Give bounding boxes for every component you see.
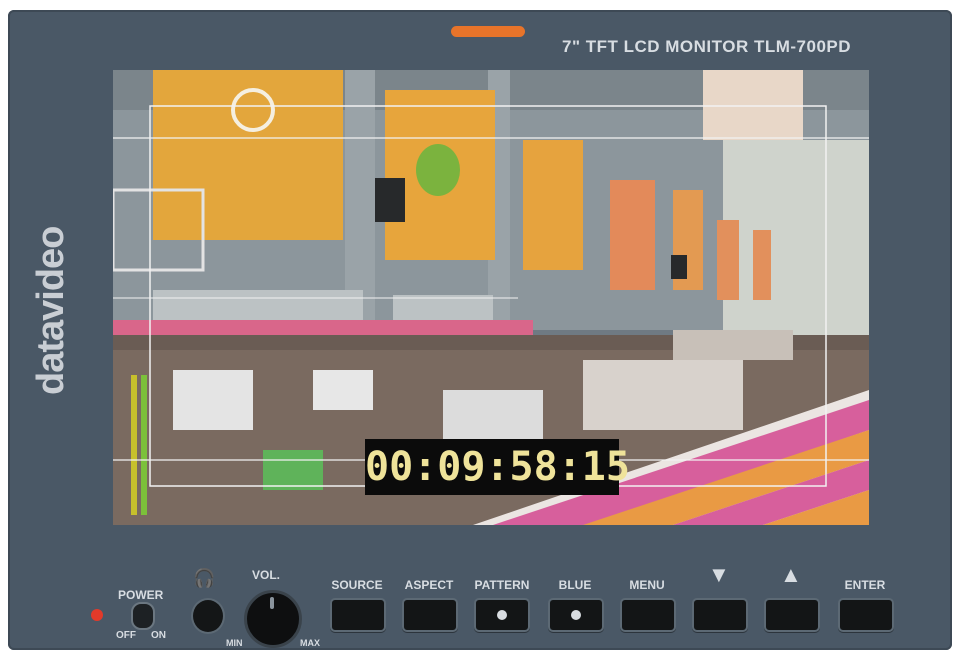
source-label: SOURCE: [331, 578, 383, 592]
min-label: MIN: [226, 638, 243, 648]
off-label: OFF: [116, 630, 136, 641]
enter-button[interactable]: [838, 598, 894, 632]
menu-label: MENU: [629, 578, 665, 592]
blue-indicator: [571, 610, 581, 620]
power-label: POWER: [118, 588, 164, 602]
aspect-button[interactable]: [402, 598, 458, 632]
enter-label: ENTER: [844, 578, 886, 592]
timecode-display: 00:09:58:15: [365, 439, 630, 495]
pattern-button[interactable]: [474, 598, 530, 632]
blue-button[interactable]: [548, 598, 604, 632]
headphone-jack[interactable]: [191, 598, 225, 634]
tally-led: [451, 26, 525, 37]
on-label: ON: [151, 630, 166, 641]
power-switch[interactable]: [131, 602, 155, 630]
up-arrow-icon: ▲: [780, 562, 802, 587]
aspect-label: ASPECT: [404, 578, 454, 592]
down-arrow-icon: ▼: [708, 562, 730, 587]
headphones-icon: 🎧: [193, 568, 216, 588]
brand-logo: datavideo: [30, 226, 72, 395]
blue-label: BLUE: [558, 578, 592, 592]
down-button[interactable]: [692, 598, 748, 632]
model-title: 7" TFT LCD MONITOR TLM-700PD: [562, 37, 852, 56]
pattern-label: PATTERN: [474, 578, 530, 592]
menu-button[interactable]: [620, 598, 676, 632]
video-screen: 00:09:58:15: [113, 70, 869, 525]
up-button[interactable]: [764, 598, 820, 632]
pattern-indicator: [497, 610, 507, 620]
volume-knob[interactable]: [244, 590, 302, 648]
max-label: MAX: [300, 638, 320, 648]
vol-label: VOL.: [252, 568, 281, 582]
power-led: [91, 609, 103, 621]
source-button[interactable]: [330, 598, 386, 632]
